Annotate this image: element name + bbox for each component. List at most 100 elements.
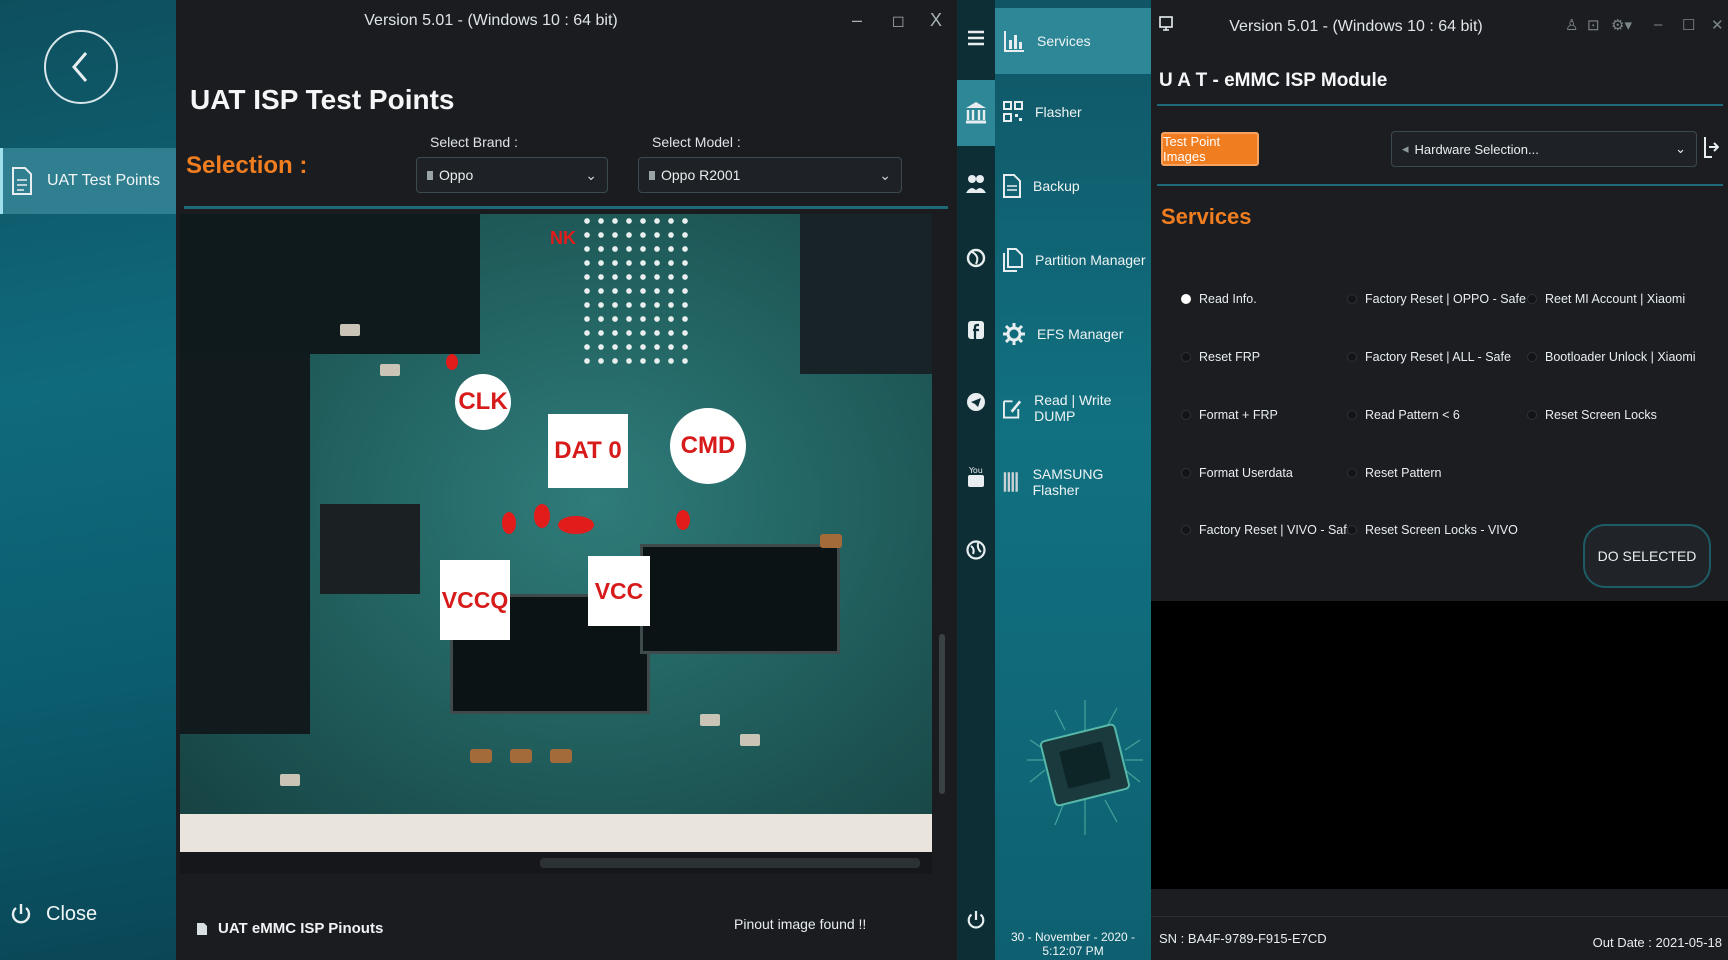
close-button[interactable]: Close [10,902,97,926]
option-label: Bootloader Unlock | Xiaomi [1545,350,1696,364]
model-select[interactable]: Oppo R2001 ⌄ [638,157,902,193]
svg-text:You: You [968,466,983,475]
facebook-button[interactable] [957,302,995,358]
pcb-chip [180,214,480,354]
lock-icon[interactable]: ⊡ [1587,16,1600,34]
file-icon [427,170,433,180]
menu-item-label: Partition Manager [1035,252,1146,268]
power-button[interactable] [957,892,995,948]
firefox-button[interactable] [957,230,995,286]
radio-icon [1527,352,1537,362]
facebook-icon [968,321,984,339]
telegram-icon [967,393,985,411]
settings-icon[interactable]: ⚙▾ [1611,16,1632,34]
vertical-scrollbar[interactable] [936,214,950,852]
menu-item-efs-manager[interactable]: EFS Manager [995,304,1151,364]
users-button[interactable] [957,156,995,212]
radio-icon [1181,410,1191,420]
test-point-dat0 [534,504,550,528]
maximize-button[interactable]: ☐ [892,14,905,31]
pcb-pad [550,749,572,763]
gear-icon [1003,323,1025,345]
bank-button[interactable] [957,80,995,146]
radio-icon [1527,410,1537,420]
pcb-pad [510,749,532,763]
menu-item-read-write-dump[interactable]: Read | Write DUMP [995,378,1151,438]
test-point-clk [446,354,458,370]
pcb-component [700,714,720,726]
hamburger-menu-button[interactable] [957,10,995,66]
option-bootloader-unlock[interactable]: Bootloader Unlock | Xiaomi [1527,350,1696,364]
option-reset-screen-locks-vivo[interactable]: Reset Screen Locks - VIVO [1347,523,1518,537]
chevron-down-icon: ⌄ [585,166,597,183]
sidebar-item-uat-test-points[interactable]: UAT Test Points [0,148,176,214]
left-main-panel: Version 5.01 - (Windows 10 : 64 bit) – ☐… [176,0,957,960]
radio-icon [1347,525,1357,535]
menu-item-backup[interactable]: Backup [995,156,1151,216]
back-button[interactable] [44,30,118,104]
option-reset-screen-locks[interactable]: Reset Screen Locks [1527,408,1657,422]
scroll-thumb[interactable] [939,634,945,794]
status-bar: UAT eMMC ISP Pinouts Pinout image found … [176,888,957,960]
module-title: U A T - eMMC ISP Module [1159,70,1388,91]
option-reset-pattern[interactable]: Reset Pattern [1347,466,1441,480]
datetime: 30 - November - 2020 - 5:12:07 PM [1010,930,1136,958]
menu-item-flasher[interactable]: Flasher [995,82,1151,142]
radio-icon [1181,294,1191,304]
window-close-button[interactable]: ✕ [1711,16,1724,34]
status-message: Pinout image found !! [734,916,867,932]
option-read-info[interactable]: Read Info. [1181,292,1257,306]
horizontal-scrollbar[interactable] [180,852,932,874]
pcb-pad [820,534,842,548]
board-mark: NK [550,228,576,248]
option-label: Format Userdata [1199,466,1293,480]
window-close-button[interactable]: X [930,10,942,31]
option-label: Reset Pattern [1365,466,1442,480]
option-factory-reset-vivo[interactable]: Factory Reset | VIVO - Safe [1181,523,1354,537]
radio-icon [1347,468,1357,478]
test-point-images-button[interactable]: Test Point Images [1161,132,1259,166]
divider [1157,104,1723,106]
option-reset-frp[interactable]: Reset FRP [1181,350,1260,364]
callout-vcc: VCC [588,556,650,626]
option-format-userdata[interactable]: Format Userdata [1181,466,1293,480]
close-label: Close [46,902,98,925]
qr-icon [1003,101,1023,122]
users-icon [966,175,986,193]
connect-icon[interactable] [1703,136,1719,158]
option-reset-mi-account[interactable]: Reet MI Account | Xiaomi [1527,292,1685,306]
divider [1157,184,1723,186]
user-icon[interactable]: ♙ [1565,16,1578,34]
scroll-thumb[interactable] [540,858,920,868]
telegram-button[interactable] [957,374,995,430]
log-output-area [1151,601,1728,889]
option-factory-reset-all[interactable]: Factory Reset | ALL - Safe [1347,350,1511,364]
option-factory-reset-oppo[interactable]: Factory Reset | OPPO - Safe [1347,292,1526,306]
pcb-connector [640,544,840,654]
option-label: Reset FRP [1199,350,1261,364]
test-point-cmd [676,510,690,530]
menu-item-samsung-flasher[interactable]: SAMSUNG Flasher [995,452,1151,512]
website-button[interactable] [957,522,995,578]
stripes-icon [1003,472,1018,492]
menu-item-label: Read | Write DUMP [1034,392,1112,424]
do-selected-button[interactable]: DO SELECTED [1583,524,1711,588]
minimize-button[interactable]: – [1654,16,1662,33]
brand-select[interactable]: Oppo ⌄ [416,157,608,193]
menu-item-services[interactable]: Services [995,8,1151,74]
option-label: Read Info. [1199,292,1257,306]
maximize-button[interactable]: ☐ [1682,16,1695,34]
option-read-pattern[interactable]: Read Pattern < 6 [1347,408,1460,422]
option-format-frp[interactable]: Format + FRP [1181,408,1278,422]
version-text: Version 5.01 - (Windows 10 : 64 bit) [1229,18,1483,35]
bank-icon [966,102,986,124]
youtube-button[interactable]: You [957,448,995,504]
option-label: Reet MI Account | Xiaomi [1545,292,1686,306]
minimize-button[interactable]: – [852,10,862,31]
callout-dat0: DAT 0 [548,414,628,488]
file-icon [197,922,207,935]
option-label: Factory Reset | VIVO - Safe [1199,523,1354,537]
menu-item-partition-manager[interactable]: Partition Manager [995,230,1151,290]
option-label: Reset Screen Locks - VIVO [1365,523,1518,537]
hardware-select[interactable]: ◂ Hardware Selection... ⌄ [1391,131,1697,167]
